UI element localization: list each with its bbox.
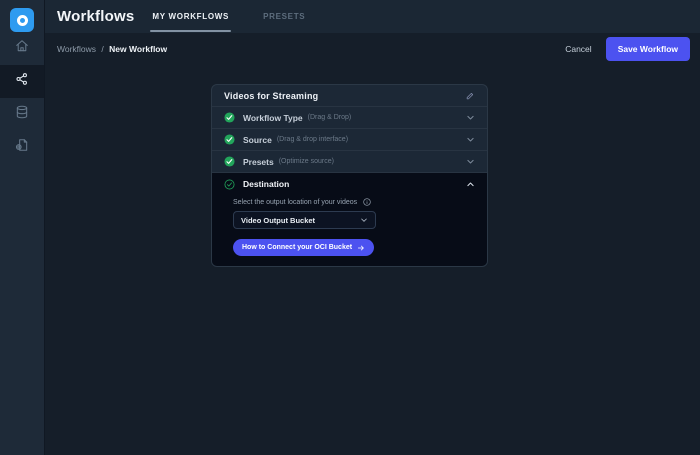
- step-label: Presets: [243, 157, 274, 167]
- arrow-right-icon: [357, 244, 365, 252]
- check-circle-icon: [224, 112, 235, 123]
- accordion-step-workflow-type[interactable]: Workflow Type (Drag & Drop): [212, 107, 487, 129]
- step-hint: (Drag & drop interface): [277, 136, 348, 143]
- chevron-up-icon: [466, 180, 475, 189]
- sidebar-item-workflows[interactable]: [0, 65, 44, 98]
- check-circle-icon: [224, 156, 235, 167]
- step-label: Source: [243, 135, 272, 145]
- sidebar-item-home[interactable]: [0, 32, 44, 65]
- edit-workflow-name-icon[interactable]: [466, 91, 475, 100]
- tab-presets[interactable]: PRESETS: [261, 0, 307, 33]
- how-to-connect-oci-bucket-button[interactable]: How to Connect your OCI Bucket: [233, 239, 374, 256]
- workflow-card: Videos for Streaming Workflow Type (Drag…: [211, 84, 488, 267]
- check-circle-outline-icon: [224, 179, 235, 190]
- output-location-label: Select the output location of your video…: [233, 199, 357, 206]
- document-sync-icon: [15, 138, 29, 157]
- chevron-down-icon: [466, 157, 475, 166]
- workflow-name: Videos for Streaming: [224, 91, 466, 101]
- breadcrumb: Workflows / New Workflow: [57, 44, 167, 54]
- tab-my-workflows[interactable]: MY WORKFLOWS: [150, 0, 231, 33]
- header-tabs: MY WORKFLOWS PRESETS: [150, 0, 337, 33]
- accordion-step-presets[interactable]: Presets (Optimize source): [212, 151, 487, 173]
- app-logo-ring-icon: [17, 15, 28, 26]
- breadcrumb-current: New Workflow: [109, 44, 167, 54]
- sidebar-item-jobs[interactable]: [0, 131, 44, 164]
- toolbar: Workflows / New Workflow Cancel Save Wor…: [45, 33, 700, 64]
- database-icon: [15, 105, 29, 124]
- page-title: Workflows: [57, 8, 134, 25]
- destination-body: Select the output location of your video…: [212, 195, 487, 266]
- output-bucket-selected-value: Video Output Bucket: [241, 216, 315, 225]
- step-label: Destination: [243, 179, 289, 189]
- info-icon[interactable]: [363, 198, 371, 206]
- sidebar-item-storage[interactable]: [0, 98, 44, 131]
- step-label: Workflow Type: [243, 113, 303, 123]
- accordion-section-destination: Destination Select the output location o…: [212, 173, 487, 266]
- check-circle-icon: [224, 134, 235, 145]
- output-location-label-row: Select the output location of your video…: [233, 198, 475, 206]
- chevron-down-icon: [466, 113, 475, 122]
- app-logo[interactable]: [10, 8, 34, 32]
- chevron-down-icon: [466, 135, 475, 144]
- top-header: Workflows MY WORKFLOWS PRESETS: [45, 0, 700, 33]
- workflow-nodes-icon: [15, 72, 29, 91]
- breadcrumb-parent[interactable]: Workflows: [57, 44, 96, 54]
- accordion-step-destination[interactable]: Destination: [212, 173, 487, 195]
- step-hint: (Drag & Drop): [308, 114, 352, 121]
- save-workflow-button[interactable]: Save Workflow: [606, 37, 690, 61]
- cancel-button[interactable]: Cancel: [565, 44, 591, 54]
- step-hint: (Optimize source): [279, 158, 334, 165]
- home-icon: [15, 39, 29, 58]
- breadcrumb-separator: /: [101, 44, 103, 54]
- sidebar-nav: [0, 32, 44, 164]
- accordion-step-source[interactable]: Source (Drag & drop interface): [212, 129, 487, 151]
- output-bucket-select[interactable]: Video Output Bucket: [233, 211, 376, 229]
- cta-label: How to Connect your OCI Bucket: [242, 244, 352, 251]
- sidebar: [0, 0, 45, 455]
- chevron-down-icon: [360, 216, 368, 224]
- workflow-card-header: Videos for Streaming: [212, 85, 487, 107]
